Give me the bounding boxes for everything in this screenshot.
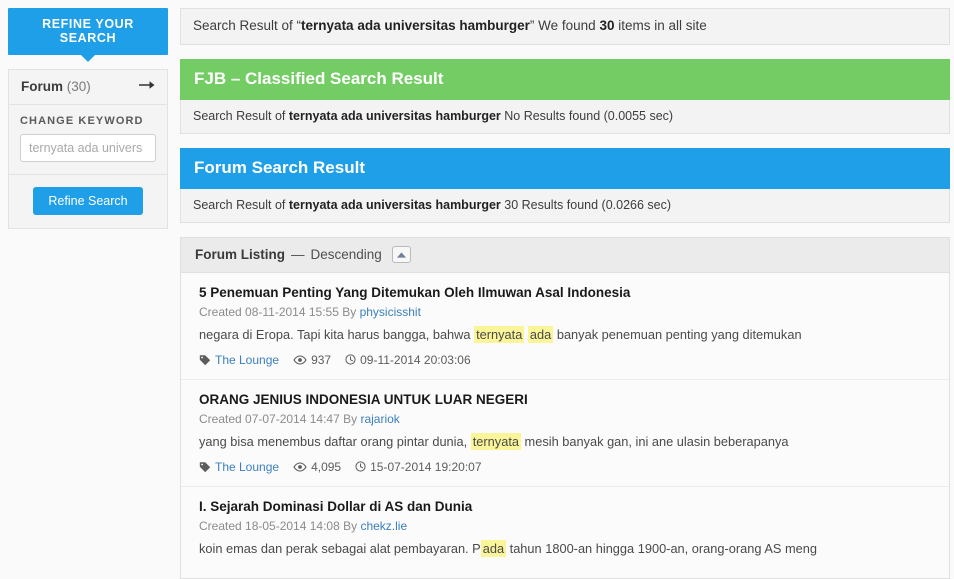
forum-listing-heading: Forum Listing (195, 247, 285, 262)
result-highlight-1: ternyata (470, 432, 521, 450)
result-snippet-after: banyak penemuan penting yang ditemukan (553, 327, 802, 343)
result-title[interactable]: 5 Penemuan Penting Yang Ditemukan Oleh I… (199, 284, 699, 302)
result-snippet-after: mesih banyak gan, ini ane ulasin beberap… (521, 433, 789, 449)
fjb-section-subtitle: Search Result of ternyata ada universita… (180, 100, 950, 134)
search-summary-tail: items in all site (614, 18, 707, 33)
table-row[interactable]: 5 Penemuan Penting Yang Ditemukan Oleh I… (181, 273, 949, 380)
sidebar-item-forum[interactable]: Forum (30) (9, 70, 167, 105)
result-snippet: koin emas dan perak sebagai alat pembaya… (199, 539, 931, 559)
result-author-link[interactable]: chekz.lie (360, 519, 407, 533)
caret-up-icon[interactable] (391, 246, 411, 263)
result-views-group: 937 (293, 353, 331, 367)
keyword-input[interactable] (20, 134, 156, 162)
refine-search-button[interactable]: Refine Search (33, 187, 143, 215)
result-created-prefix: Created 08-11-2014 15:55 By (199, 305, 360, 320)
result-highlight-2: ada (527, 326, 554, 344)
result-title[interactable]: I. Sejarah Dominasi Dollar di AS dan Dun… (199, 498, 699, 516)
result-time-group: 09-11-2014 20:03:06 (345, 353, 471, 367)
fjb-section-title: FJB – Classified Search Result (194, 69, 444, 88)
result-time-group: 15-07-2014 19:20:07 (355, 459, 482, 474)
forum-sub-suffix: 30 Results found (0.0266 sec) (500, 198, 672, 212)
fjb-sub-suffix: No Results found (0.0055 sec) (500, 109, 674, 123)
result-title[interactable]: ORANG JENIUS INDONESIA UNTUK LUAR NEGERI (199, 391, 699, 409)
sidebar-item-forum-count: (30) (66, 79, 91, 94)
tag-icon (199, 461, 211, 473)
refine-button-row: Refine Search (9, 175, 167, 228)
result-snippet-after: tahun 1800-an hingga 1900-an, orang-oran… (506, 540, 817, 556)
result-tag-group[interactable]: The Lounge (199, 353, 279, 367)
search-summary-count: 30 (599, 18, 615, 33)
search-summary-query: ternyata ada universitas hamburger (301, 18, 530, 33)
forum-sub-prefix: Search Result of (193, 198, 289, 212)
result-meta: The Lounge 937 09-11-2014 20:03:06 (199, 353, 931, 367)
sidebar-item-forum-label: Forum (30) (21, 79, 91, 94)
result-views-count: 4,095 (311, 459, 342, 474)
result-created-prefix: Created 07-07-2014 14:47 By (199, 411, 361, 426)
search-summary-suffix: ” We found (529, 18, 600, 33)
change-keyword-label: CHANGE KEYWORD (20, 115, 144, 127)
result-views-group: 4,095 (293, 460, 341, 474)
clock-icon (345, 354, 356, 365)
result-created: Created 08-11-2014 15:55 By physicisshit (199, 305, 931, 319)
refine-panel: Forum (30) CHANGE KEYWORD Refine Search (8, 69, 168, 229)
forum-listing-header: Forum Listing — Descending (181, 238, 949, 273)
result-snippet-before: yang bisa menembus daftar orang pintar d… (199, 433, 471, 449)
forum-section-subtitle: Search Result of ternyata ada universita… (180, 189, 950, 223)
result-author-link[interactable]: physicisshit (360, 305, 421, 319)
result-created: Created 18-05-2014 14:08 By chekz.lie (199, 519, 931, 533)
refine-search-sidebar: REFINE YOUR SEARCH Forum (30) CHANGE KEY… (8, 8, 168, 229)
result-views-count: 937 (311, 352, 332, 367)
arrow-right-icon[interactable] (139, 79, 155, 94)
search-summary-prefix: Search Result of “ (193, 18, 302, 33)
clock-icon (355, 461, 366, 472)
fjb-section: FJB – Classified Search Result Search Re… (180, 59, 950, 134)
fjb-sub-query: ternyata ada universitas hamburger (288, 109, 501, 123)
result-tag-link[interactable]: The Lounge (215, 353, 279, 367)
result-author-link[interactable]: rajariok (360, 412, 399, 426)
result-highlight-1: ada (480, 539, 507, 557)
eye-icon (293, 355, 307, 365)
forum-section-title: Forum Search Result (194, 158, 365, 177)
forum-listing-separator: — (291, 247, 305, 262)
table-row[interactable]: ORANG JENIUS INDONESIA UNTUK LUAR NEGERI… (181, 380, 949, 487)
change-keyword-section: CHANGE KEYWORD (9, 105, 167, 175)
fjb-section-header: FJB – Classified Search Result (180, 59, 950, 100)
refine-your-search-tab[interactable]: REFINE YOUR SEARCH (8, 8, 168, 62)
forum-section: Forum Search Result Search Result of ter… (180, 148, 950, 223)
result-time: 09-11-2014 20:03:06 (360, 352, 471, 367)
forum-section-header: Forum Search Result (180, 148, 950, 189)
eye-icon (293, 461, 307, 472)
table-row[interactable]: I. Sejarah Dominasi Dollar di AS dan Dun… (181, 487, 949, 579)
search-results-page: REFINE YOUR SEARCH Forum (30) CHANGE KEY… (0, 0, 954, 579)
result-meta: The Lounge 4,095 15-07-2014 19:20:07 (199, 460, 931, 474)
search-summary-bar: Search Result of “ternyata ada universit… (180, 8, 950, 45)
result-tag-link[interactable]: The Lounge (215, 460, 279, 474)
fjb-sub-prefix: Search Result of (193, 109, 289, 123)
forum-listing-sort-order: Descending (310, 247, 382, 262)
result-created: Created 07-07-2014 14:47 By rajariok (199, 412, 931, 426)
forum-sub-query: ternyata ada universitas hamburger (288, 198, 501, 212)
result-created-prefix: Created 18-05-2014 14:08 By (199, 518, 361, 533)
result-highlight-1: ternyata (474, 326, 525, 344)
result-snippet: yang bisa menembus daftar orang pintar d… (199, 432, 931, 452)
main-content: Search Result of “ternyata ada universit… (180, 8, 950, 579)
refine-your-search-tab-label: REFINE YOUR SEARCH (42, 17, 134, 45)
result-time: 15-07-2014 19:20:07 (370, 459, 482, 474)
result-snippet: negara di Eropa. Tapi kita harus bangga,… (199, 326, 931, 345)
result-tag-group[interactable]: The Lounge (199, 460, 279, 474)
forum-listing: Forum Listing — Descending 5 Penemuan Pe… (180, 237, 950, 579)
tag-icon (199, 354, 211, 366)
result-snippet-before: negara di Eropa. Tapi kita harus bangga,… (199, 327, 475, 343)
result-snippet-before: koin emas dan perak sebagai alat pembaya… (199, 540, 481, 556)
